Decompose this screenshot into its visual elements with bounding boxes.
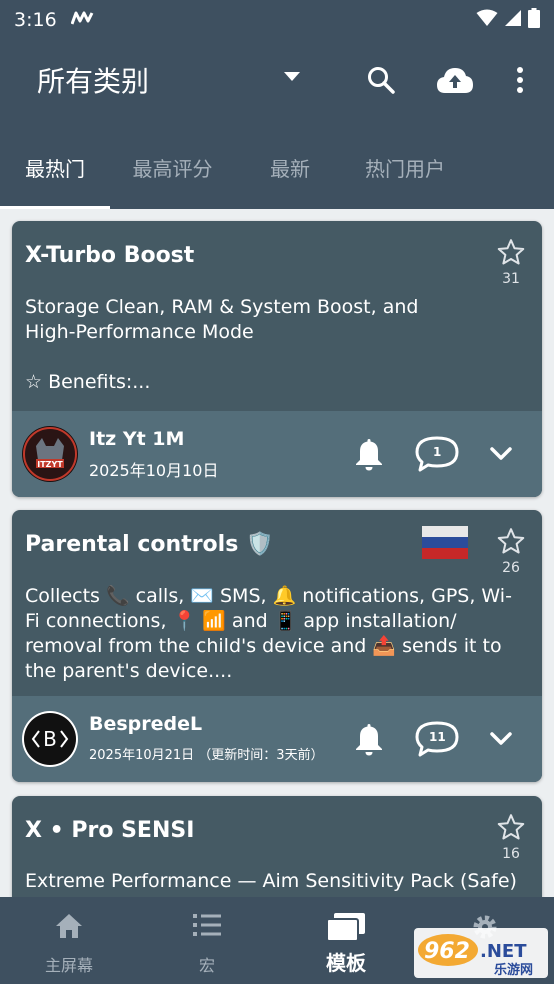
bell-icon[interactable] xyxy=(352,721,386,757)
comment-count: 11 xyxy=(429,730,446,744)
comment-bubble-icon[interactable]: 1 xyxy=(414,435,460,473)
watermark-logo: 962 .NET 乐游网 xyxy=(414,928,548,978)
svg-text:.NET: .NET xyxy=(480,941,527,962)
chevron-down-icon[interactable] xyxy=(486,439,516,469)
author-name[interactable]: Itz Yt 1M xyxy=(89,428,184,450)
tab-bar: 最热门 最高评分 最新 热门用户 xyxy=(0,125,554,209)
card-title: X-Turbo Boost xyxy=(25,243,195,268)
bell-icon[interactable] xyxy=(352,436,386,472)
nav-label: 宏 xyxy=(198,956,215,975)
chevron-down-icon[interactable] xyxy=(486,724,516,754)
avatar[interactable]: B xyxy=(22,711,78,767)
rating-box[interactable]: 16 xyxy=(494,812,528,862)
templates-icon xyxy=(291,912,401,942)
tab-newest[interactable]: 最新 xyxy=(240,125,340,209)
rating-box[interactable]: 31 xyxy=(494,237,528,287)
card-footer: B BespredeL 2025年10月21日 （更新时间：3天前） 11 xyxy=(12,696,542,782)
post-date: 2025年10月10日 xyxy=(89,461,219,480)
tab-top-rated[interactable]: 最高评分 xyxy=(110,125,235,209)
rating-box[interactable]: 26 xyxy=(494,526,528,576)
card-description: Storage Clean, RAM & System Boost, and H… xyxy=(25,296,419,393)
nav-macros[interactable]: 宏 xyxy=(152,897,262,984)
template-card[interactable]: Parental controls 🛡️ 26 Collects 📞 calls… xyxy=(12,510,542,782)
author-name[interactable]: BespredeL xyxy=(89,713,202,735)
card-footer: ITZYT Itz Yt 1M 2025年10月10日 1 xyxy=(12,411,542,497)
wifi-icon xyxy=(476,9,498,31)
russia-flag-icon xyxy=(422,526,468,559)
nav-templates[interactable]: 模板 xyxy=(291,897,401,984)
avatar[interactable]: ITZYT xyxy=(22,426,78,482)
status-icons xyxy=(476,8,540,32)
card-title: Parental controls 🛡️ xyxy=(25,532,274,557)
star-icon[interactable] xyxy=(496,526,526,556)
more-options-icon[interactable] xyxy=(500,60,540,100)
nav-label: 模板 xyxy=(326,951,366,975)
nav-label: 主屏幕 xyxy=(44,956,93,975)
home-icon xyxy=(14,912,124,940)
svg-text:B: B xyxy=(43,727,57,751)
star-count: 31 xyxy=(502,271,520,287)
list-icon xyxy=(152,912,262,938)
status-bar: 3:16 xyxy=(0,0,554,40)
search-icon[interactable] xyxy=(361,60,401,100)
tab-indicator xyxy=(0,206,110,209)
post-date: 2025年10月21日 （更新时间：3天前） xyxy=(89,748,324,763)
star-icon[interactable] xyxy=(496,237,526,267)
star-icon[interactable] xyxy=(496,812,526,842)
card-title: X • Pro SENSI xyxy=(25,818,195,843)
tab-top-users[interactable]: 热门用户 xyxy=(345,125,465,209)
category-title[interactable]: 所有类别 xyxy=(37,60,149,100)
battery-icon xyxy=(528,8,540,32)
status-time: 3:16 xyxy=(14,9,57,31)
svg-text:962: 962 xyxy=(424,939,470,964)
template-card[interactable]: X-Turbo Boost 31 Storage Clean, RAM & Sy… xyxy=(12,221,542,497)
notification-app-icon xyxy=(70,10,95,30)
cloud-upload-icon[interactable] xyxy=(435,60,475,100)
tab-hottest[interactable]: 最热门 xyxy=(0,125,110,209)
star-count: 16 xyxy=(502,846,520,862)
signal-icon xyxy=(504,9,522,31)
comment-bubble-icon[interactable]: 11 xyxy=(414,720,460,758)
card-description: Collects 📞 calls, ✉️ SMS, 🔔 notification… xyxy=(25,585,512,682)
star-count: 26 xyxy=(502,560,520,576)
dropdown-arrow-icon[interactable] xyxy=(284,72,300,81)
svg-text:乐游网: 乐游网 xyxy=(494,962,533,978)
card-description: Extreme Performance — Aim Sensitivity Pa… xyxy=(25,870,517,892)
nav-home[interactable]: 主屏幕 xyxy=(14,897,124,984)
comment-count: 1 xyxy=(433,445,442,459)
app-bar: 所有类别 xyxy=(0,40,554,125)
svg-text:ITZYT: ITZYT xyxy=(37,460,63,469)
